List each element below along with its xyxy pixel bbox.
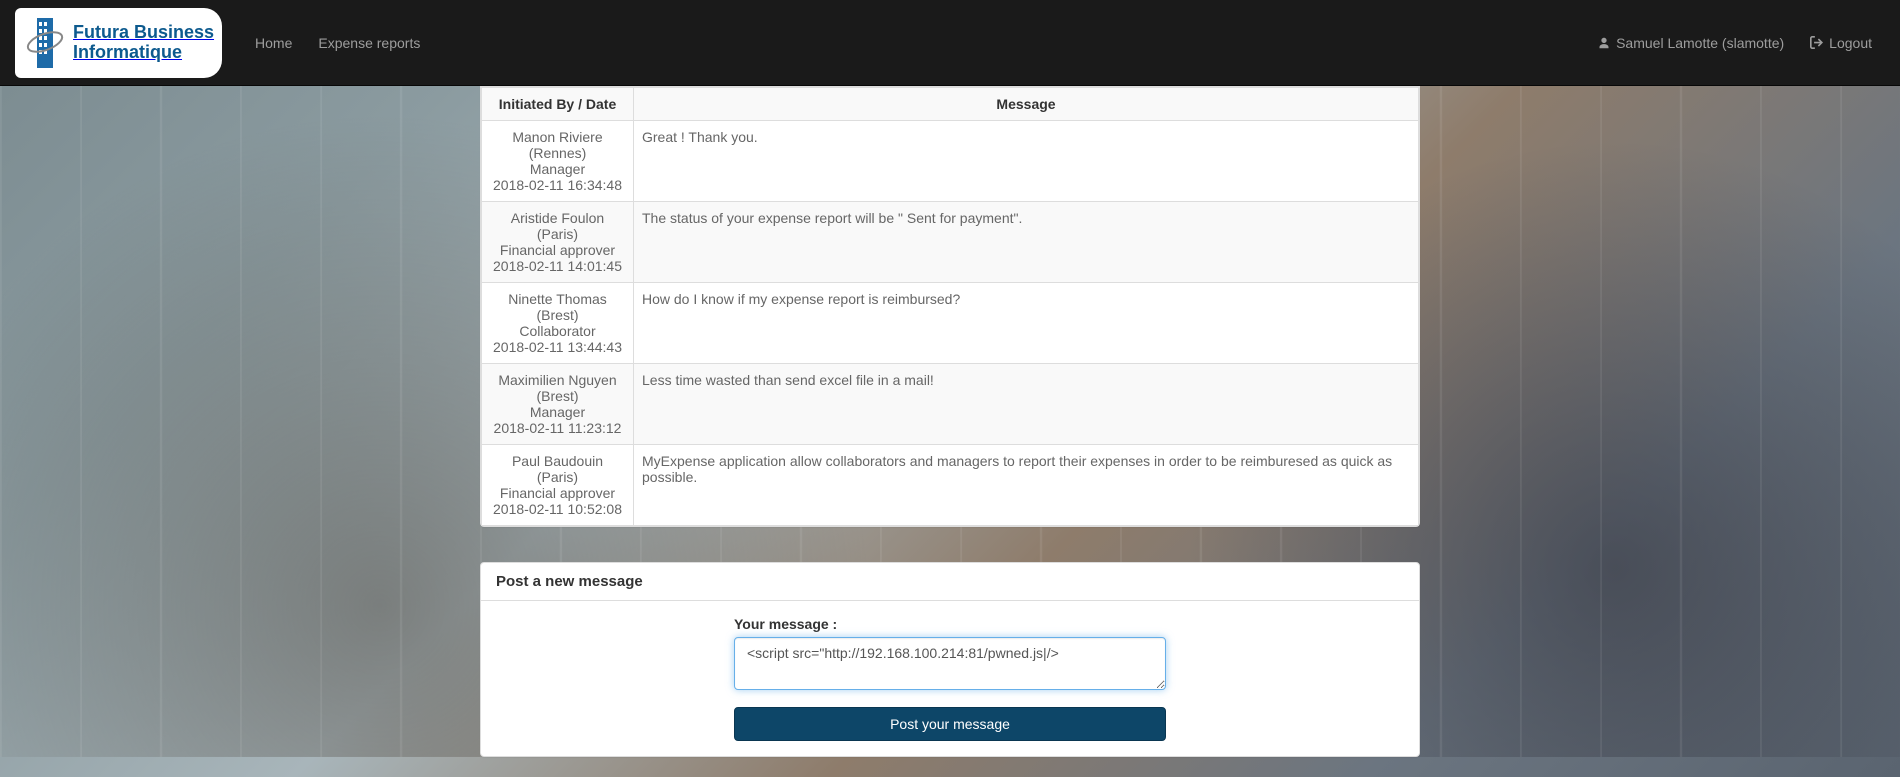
post-button[interactable]: Post your message bbox=[734, 707, 1166, 741]
navbar: Futura Business Informatique Home Expens… bbox=[0, 0, 1900, 86]
message-cell: How do I know if my expense report is re… bbox=[634, 283, 1419, 364]
main-container: Initiated By / Date Message Manon Rivier… bbox=[480, 86, 1420, 757]
initiator-date: 2018-02-11 16:34:48 bbox=[490, 177, 625, 193]
initiator-date: 2018-02-11 14:01:45 bbox=[490, 258, 625, 274]
table-row: Maximilien Nguyen (Brest)Manager2018-02-… bbox=[482, 364, 1419, 445]
brand-logo[interactable]: Futura Business Informatique bbox=[15, 8, 222, 78]
messages-table: Initiated By / Date Message Manon Rivier… bbox=[481, 87, 1419, 526]
messages-panel: Initiated By / Date Message Manon Rivier… bbox=[480, 86, 1420, 527]
user-icon bbox=[1598, 37, 1610, 49]
message-cell: MyExpense application allow collaborator… bbox=[634, 445, 1419, 526]
initiator-name: Maximilien Nguyen (Brest) bbox=[490, 372, 625, 404]
initiator-role: Manager bbox=[490, 404, 625, 420]
message-input[interactable] bbox=[734, 637, 1166, 690]
initiator-name: Paul Baudouin (Paris) bbox=[490, 453, 625, 485]
col-header-message: Message bbox=[634, 88, 1419, 121]
logo-text-line2: Informatique bbox=[73, 43, 214, 63]
nav-right: Samuel Lamotte (slamotte) Logout bbox=[1585, 20, 1885, 66]
initiator-role: Collaborator bbox=[490, 323, 625, 339]
post-heading: Post a new message bbox=[481, 563, 1419, 601]
nav-user[interactable]: Samuel Lamotte (slamotte) bbox=[1585, 20, 1797, 66]
nav-logout[interactable]: Logout bbox=[1797, 20, 1885, 66]
initiator-role: Financial approver bbox=[490, 485, 625, 501]
initiator-name: Manon Riviere (Rennes) bbox=[490, 129, 625, 161]
initiator-cell: Manon Riviere (Rennes)Manager2018-02-11 … bbox=[482, 121, 634, 202]
logo-text-line1: Futura Business bbox=[73, 23, 214, 43]
building-logo-icon bbox=[23, 12, 65, 74]
nav-logout-label: Logout bbox=[1829, 35, 1872, 51]
initiator-role: Financial approver bbox=[490, 242, 625, 258]
nav-home[interactable]: Home bbox=[242, 20, 305, 66]
message-cell: The status of your expense report will b… bbox=[634, 202, 1419, 283]
initiator-date: 2018-02-11 11:23:12 bbox=[490, 420, 625, 436]
initiator-role: Manager bbox=[490, 161, 625, 177]
col-header-initiator: Initiated By / Date bbox=[482, 88, 634, 121]
message-cell: Less time wasted than send excel file in… bbox=[634, 364, 1419, 445]
table-row: Paul Baudouin (Paris)Financial approver2… bbox=[482, 445, 1419, 526]
initiator-cell: Paul Baudouin (Paris)Financial approver2… bbox=[482, 445, 634, 526]
logout-icon bbox=[1810, 36, 1823, 49]
initiator-name: Aristide Foulon (Paris) bbox=[490, 210, 625, 242]
initiator-name: Ninette Thomas (Brest) bbox=[490, 291, 625, 323]
initiator-cell: Ninette Thomas (Brest)Collaborator2018-0… bbox=[482, 283, 634, 364]
post-message-panel: Post a new message Your message : Post y… bbox=[480, 562, 1420, 757]
table-row: Ninette Thomas (Brest)Collaborator2018-0… bbox=[482, 283, 1419, 364]
message-cell: Great ! Thank you. bbox=[634, 121, 1419, 202]
initiator-cell: Maximilien Nguyen (Brest)Manager2018-02-… bbox=[482, 364, 634, 445]
initiator-cell: Aristide Foulon (Paris)Financial approve… bbox=[482, 202, 634, 283]
nav-left: Home Expense reports bbox=[242, 20, 433, 66]
initiator-date: 2018-02-11 10:52:08 bbox=[490, 501, 625, 517]
message-label: Your message : bbox=[734, 616, 1166, 632]
nav-user-label: Samuel Lamotte (slamotte) bbox=[1616, 35, 1784, 51]
nav-expense-reports[interactable]: Expense reports bbox=[305, 20, 433, 66]
table-row: Aristide Foulon (Paris)Financial approve… bbox=[482, 202, 1419, 283]
table-row: Manon Riviere (Rennes)Manager2018-02-11 … bbox=[482, 121, 1419, 202]
initiator-date: 2018-02-11 13:44:43 bbox=[490, 339, 625, 355]
